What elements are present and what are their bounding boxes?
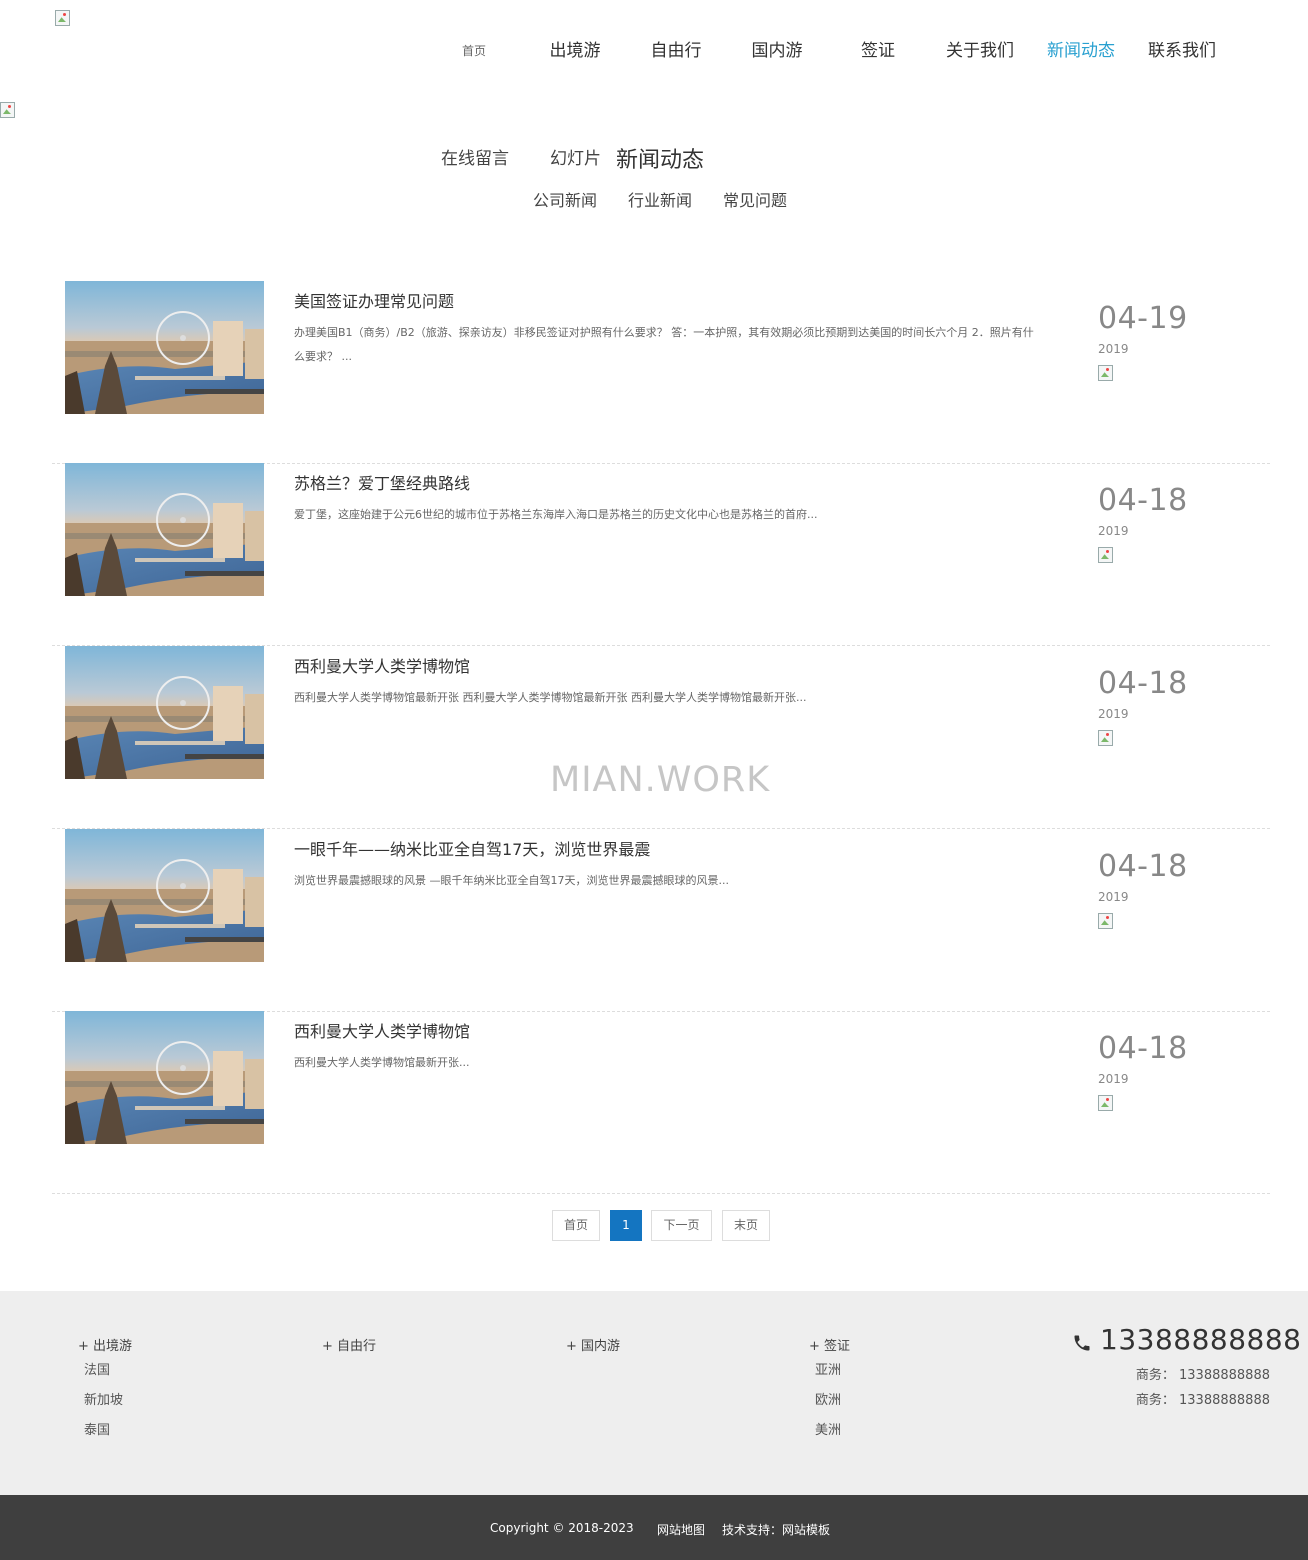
news-date-year: 2019 [1098, 524, 1129, 538]
news-date-year: 2019 [1098, 342, 1129, 356]
news-thumbnail[interactable] [65, 281, 264, 414]
pagination-first-button[interactable]: 首页 [552, 1210, 600, 1241]
london-eye-photo [65, 829, 264, 962]
news-title[interactable]: 美国签证办理常见问题 [294, 288, 454, 312]
nav-about-us[interactable]: 关于我们 [940, 40, 1020, 62]
subcategory-faq[interactable]: 常见问题 [723, 187, 787, 211]
news-date-day: 04-18 [1098, 1031, 1188, 1066]
news-date-day: 04-18 [1098, 849, 1188, 884]
footer-heading-visa[interactable]: + 签证 [809, 1335, 850, 1354]
news-arrow-image[interactable] [1098, 1095, 1114, 1111]
news-title[interactable]: 西利曼大学人类学博物馆 [294, 653, 470, 677]
london-eye-photo [65, 281, 264, 414]
category-online-message[interactable]: 在线留言 [441, 144, 509, 169]
footer-heading-independent[interactable]: + 自由行 [322, 1335, 376, 1354]
footer-heading-outbound[interactable]: + 出境游 [78, 1335, 132, 1354]
copyright-text: Copyright © 2018-2023 [490, 1521, 634, 1535]
news-date-day: 04-18 [1098, 483, 1188, 518]
phone-line-business-1: 商务： 13388888888 [1135, 1368, 1270, 1383]
category-news-current[interactable]: 新闻动态 [616, 142, 704, 174]
phone-icon [1074, 1335, 1090, 1351]
sitemap-link[interactable]: 网站地图 [657, 1521, 705, 1538]
footer-link-asia[interactable]: 亚洲 [815, 1359, 841, 1378]
news-item[interactable]: 苏格兰？爱丁堡经典路线 爱丁堡，这座始建于公元6世纪的城市位于苏格兰东海岸入海口… [52, 463, 1270, 646]
nav-outbound-travel[interactable]: 出境游 [540, 40, 610, 62]
news-thumbnail[interactable] [65, 1011, 264, 1144]
subcategory-company-news[interactable]: 公司新闻 [533, 187, 597, 211]
news-arrow-image[interactable] [1098, 730, 1114, 746]
news-summary: 浏览世界最震撼眼球的风景 —眼千年纳米比亚全自驾17天，浏览世界最震撼眼球的风景… [294, 874, 729, 887]
news-thumbnail[interactable] [65, 463, 264, 596]
nav-independent-travel[interactable]: 自由行 [641, 40, 711, 62]
news-title[interactable]: 一眼千年——纳米比亚全自驾17天，浏览世界最震 [294, 836, 650, 860]
news-date-day: 04-19 [1098, 301, 1188, 336]
footer-link-france[interactable]: 法国 [84, 1359, 110, 1378]
news-summary: 爱丁堡，这座始建于公元6世纪的城市位于苏格兰东海岸入海口是苏格兰的历史文化中心也… [294, 508, 818, 521]
subcategory-industry-news[interactable]: 行业新闻 [628, 187, 692, 211]
footer-link-europe[interactable]: 欧洲 [815, 1389, 841, 1408]
copyright-bar: Copyright © 2018-2023 网站地图 技术支持：网站模板 [0, 1495, 1308, 1560]
pagination-current-page[interactable]: 1 [610, 1210, 642, 1241]
london-eye-photo [65, 463, 264, 596]
news-arrow-image[interactable] [1098, 365, 1114, 381]
news-thumbnail[interactable] [65, 646, 264, 779]
footer-link-singapore[interactable]: 新加坡 [84, 1389, 123, 1408]
footer-link-thailand[interactable]: 泰国 [84, 1419, 110, 1438]
london-eye-photo [65, 646, 264, 779]
news-item[interactable]: 美国签证办理常见问题 办理美国B1（商务）/B2（旅游、探亲访友）非移民签证对护… [52, 281, 1270, 464]
news-date-year: 2019 [1098, 1072, 1129, 1086]
category-slideshow[interactable]: 幻灯片 [550, 144, 601, 169]
phone-main: 13388888888 [1100, 1323, 1302, 1356]
banner-image [0, 102, 16, 118]
nav-visa[interactable]: 签证 [843, 40, 913, 62]
watermark-text: MIAN.WORK [550, 760, 771, 800]
news-title[interactable]: 西利曼大学人类学博物馆 [294, 1018, 470, 1042]
news-date-year: 2019 [1098, 890, 1129, 904]
news-summary: 西利曼大学人类学博物馆最新开张... [294, 1056, 470, 1069]
tech-support-link[interactable]: 技术支持：网站模板 [722, 1521, 830, 1538]
news-summary: 办理美国B1（商务）/B2（旅游、探亲访友）非移民签证对护照有什么要求？ 答：一… [294, 326, 1034, 363]
phone-line-business-2: 商务： 13388888888 [1135, 1393, 1270, 1408]
nav-contact-us[interactable]: 联系我们 [1142, 40, 1222, 62]
site-logo-image[interactable] [55, 10, 71, 26]
pagination-next-button[interactable]: 下一页 [651, 1210, 712, 1241]
footer-heading-domestic[interactable]: + 国内游 [566, 1335, 620, 1354]
nav-home[interactable]: 首页 [449, 40, 499, 62]
news-title[interactable]: 苏格兰？爱丁堡经典路线 [294, 470, 470, 494]
pagination-last-button[interactable]: 末页 [722, 1210, 770, 1241]
news-item[interactable]: 西利曼大学人类学博物馆 西利曼大学人类学博物馆最新开张... 04-18 201… [52, 1011, 1270, 1194]
footer: + 出境游 法国 新加坡 泰国 + 自由行 + 国内游 + 签证 亚洲 欧洲 美… [0, 1291, 1308, 1495]
news-item[interactable]: 西利曼大学人类学博物馆 西利曼大学人类学博物馆最新开张 西利曼大学人类学博物馆最… [52, 646, 1270, 829]
news-date-day: 04-18 [1098, 666, 1188, 701]
footer-link-america[interactable]: 美洲 [815, 1419, 841, 1438]
news-item[interactable]: 一眼千年——纳米比亚全自驾17天，浏览世界最震 浏览世界最震撼眼球的风景 —眼千… [52, 829, 1270, 1012]
news-thumbnail[interactable] [65, 829, 264, 962]
london-eye-photo [65, 1011, 264, 1144]
news-date-year: 2019 [1098, 707, 1129, 721]
news-summary: 西利曼大学人类学博物馆最新开张 西利曼大学人类学博物馆最新开张 西利曼大学人类学… [294, 691, 807, 704]
nav-domestic-travel[interactable]: 国内游 [742, 40, 812, 62]
news-arrow-image[interactable] [1098, 547, 1114, 563]
nav-news[interactable]: 新闻动态 [1041, 40, 1121, 62]
news-arrow-image[interactable] [1098, 913, 1114, 929]
